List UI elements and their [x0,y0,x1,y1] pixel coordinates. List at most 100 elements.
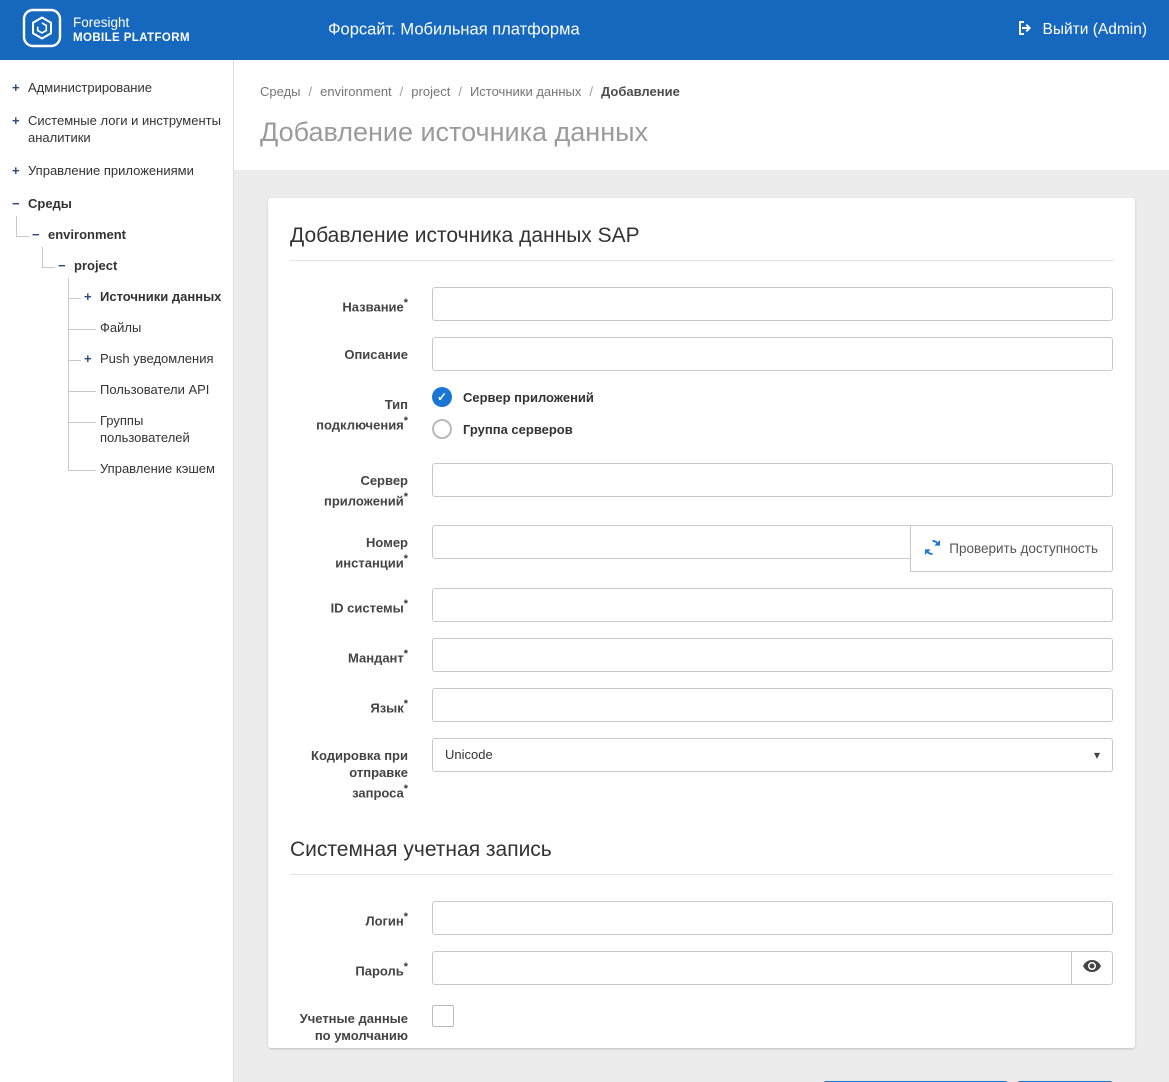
page-title: Добавление источника данных [260,117,1139,148]
connection-type-row: Тип подключения* ✓ Сервер приложений Гру… [290,387,1113,439]
description-field-label: Описание [290,337,408,371]
breadcrumb-item-data-sources[interactable]: Источники данных [470,84,581,99]
sidebar-item-label: Файлы [100,320,141,337]
sidebar-item-environments[interactable]: − Среды [0,188,233,221]
required-mark: * [404,491,408,503]
required-mark: * [404,415,408,427]
environments-tree: − environment − project + Источники данн… [16,220,233,484]
content-area: Добавление источника данных SAP Название… [234,170,1169,1082]
breadcrumb-separator: / [400,84,404,99]
instance-input[interactable] [432,525,911,559]
logout-label: Выйти (Admin) [1043,21,1147,39]
collapse-icon[interactable]: − [58,258,74,274]
instance-row: Номер инстанции* Проверить [290,525,1113,571]
environment-subtree: − project + Источники данных Файлы + [42,251,233,484]
main-area: Среды / environment / project / Источник… [234,60,1169,1082]
expand-icon[interactable]: + [12,163,28,179]
login-row: Логин* [290,901,1113,935]
mandant-input[interactable] [432,638,1113,672]
check-availability-button[interactable]: Проверить доступность [910,525,1113,571]
sidebar-item-label: Пользователи API [100,382,209,399]
sidebar-item-data-sources[interactable]: + Источники данных [68,282,233,313]
label-text: Сервер приложений [324,473,408,508]
sidebar-item-user-groups[interactable]: Группы пользователей [68,406,233,454]
label-text: Мандант [348,650,404,665]
collapse-icon[interactable]: − [12,196,28,212]
sidebar-item-app-management[interactable]: + Управление приложениями [0,155,233,188]
label-text: Тип подключения [316,397,408,432]
connection-type-label: Тип подключения* [290,387,408,439]
app-server-label: Сервер приложений* [290,463,408,509]
default-credentials-checkbox[interactable] [432,1005,454,1027]
breadcrumb-item-environment[interactable]: environment [320,84,392,99]
encoding-row: Кодировка при отправке запроса* Unicode … [290,738,1113,802]
sidebar-item-api-users[interactable]: Пользователи API [68,375,233,406]
radio-label: Группа серверов [463,422,573,437]
label-text: ID системы [331,600,404,615]
mandant-label: Мандант* [290,638,408,672]
sidebar-item-label: Источники данных [100,289,221,306]
required-mark: * [404,911,408,923]
label-text: Учетные данные по умолчанию [300,1011,408,1044]
sidebar-item-files[interactable]: Файлы [68,313,233,344]
name-field [432,287,1113,321]
sidebar-item-administration[interactable]: + Администрирование [0,72,233,105]
show-password-button[interactable] [1071,951,1113,985]
app-server-field [432,463,1113,509]
brand-name: Foresight [73,14,190,32]
app-title: Форсайт. Мобильная платформа [328,21,580,40]
sidebar-item-label: environment [48,227,126,244]
label-text: Пароль [355,963,403,978]
radio-checked-icon[interactable]: ✓ [432,387,452,407]
name-field-label: Название* [290,287,408,321]
language-input[interactable] [432,688,1113,722]
sidebar-item-label: Администрирование [28,80,152,97]
sidebar-item-environment[interactable]: − environment [16,220,233,251]
password-input[interactable] [432,951,1072,985]
expand-icon[interactable]: + [12,113,28,129]
label-text: Язык [370,700,403,715]
default-credentials-row: Учетные данные по умолчанию [290,1001,1113,1045]
name-input[interactable] [432,287,1113,321]
login-input[interactable] [432,901,1113,935]
mandant-field [432,638,1113,672]
breadcrumb-item-current: Добавление [601,84,680,99]
logout-button[interactable]: Выйти (Admin) [1016,19,1147,42]
label-text: Название [342,299,403,314]
encoding-selected-value: Unicode [445,747,493,762]
breadcrumb-item-project[interactable]: project [411,84,450,99]
radio-unchecked-icon[interactable] [432,419,452,439]
sidebar-item-system-logs[interactable]: + Системные логи и инструменты аналитики [0,105,233,155]
encoding-select[interactable]: Unicode ▾ [432,738,1113,772]
radio-label: Сервер приложений [463,390,594,405]
eye-icon [1083,960,1101,975]
description-input[interactable] [432,337,1113,371]
collapse-icon[interactable]: − [32,227,48,243]
login-field [432,901,1113,935]
radio-server-group[interactable]: Группа серверов [432,419,1113,439]
default-credentials-label: Учетные данные по умолчанию [290,1001,408,1045]
sidebar-item-label: Системные логи и инструменты аналитики [28,113,225,147]
password-label: Пароль* [290,951,408,985]
description-field [432,337,1113,371]
required-mark: * [404,783,408,795]
breadcrumb-item-environments[interactable]: Среды [260,84,301,99]
sidebar-item-project[interactable]: − project [42,251,233,282]
connection-type-options: ✓ Сервер приложений Группа серверов [432,387,1113,439]
expand-icon[interactable]: + [84,351,100,367]
label-text: Логин [365,913,403,928]
sidebar-item-cache-management[interactable]: Управление кэшем [68,454,233,485]
sidebar-item-push-notifications[interactable]: + Push уведомления [68,344,233,375]
required-mark: * [404,553,408,565]
required-mark: * [404,598,408,610]
system-id-input[interactable] [432,588,1113,622]
app-server-input[interactable] [432,463,1113,497]
expand-icon[interactable]: + [84,289,100,305]
expand-icon[interactable]: + [12,80,28,96]
radio-app-server[interactable]: ✓ Сервер приложений [432,387,1113,407]
password-row: Пароль* [290,951,1113,985]
app-server-row: Сервер приложений* [290,463,1113,509]
encoding-field: Unicode ▾ [432,738,1113,802]
brand-logo-block[interactable]: Foresight MOBILE PLATFORM [22,8,190,53]
page-head: Среды / environment / project / Источник… [234,60,1169,170]
